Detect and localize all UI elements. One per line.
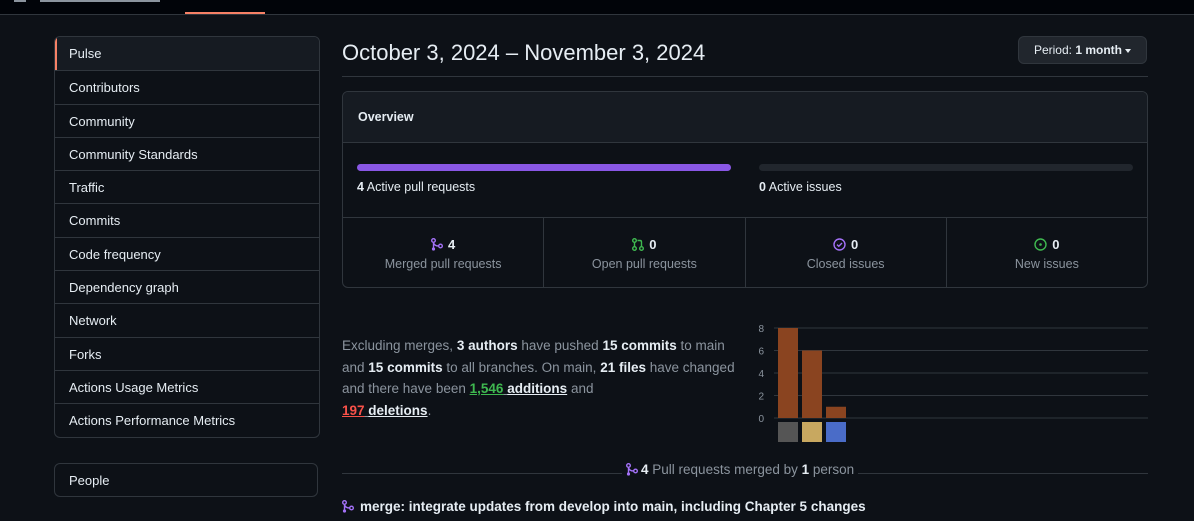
active-pull-requests-link[interactable]: 4 Active pull requests <box>357 180 475 194</box>
git-merge-icon <box>342 500 354 513</box>
sidebar-item-commits[interactable]: Commits <box>55 203 319 236</box>
chart-y-tick-label: 0 <box>758 414 764 425</box>
overview-stats: 4 Merged pull requests 0 Open pull reque… <box>343 217 1147 287</box>
stat-open-pull-requests[interactable]: 0 Open pull requests <box>543 218 744 287</box>
sidebar-item-traffic[interactable]: Traffic <box>55 170 319 203</box>
insights-sidebar: Pulse Contributors Community Community Stan… <box>54 36 320 438</box>
overview-card: Overview 4 Active pull requests 0 Active… <box>342 91 1148 288</box>
sidebar-item-actions-performance-metrics[interactable]: Actions Performance Metrics <box>55 403 319 436</box>
period-value: 1 month <box>1075 43 1123 57</box>
sidebar-item-actions-usage-metrics[interactable]: Actions Usage Metrics <box>55 369 319 403</box>
issue-opened-icon <box>1034 238 1047 251</box>
caret-down-icon <box>1125 48 1132 53</box>
chart-y-tick-label: 6 <box>758 347 764 358</box>
git-pull-request-icon <box>632 238 645 251</box>
chart-y-tick-label: 4 <box>758 369 764 380</box>
issue-closed-icon <box>833 238 846 251</box>
active-tab-indicator <box>185 12 265 14</box>
sidebar-item-code-frequency[interactable]: Code frequency <box>55 236 319 270</box>
chart-bar[interactable] <box>778 328 798 418</box>
chart-y-tick-label: 8 <box>758 324 764 335</box>
pull-requests-bar-fill <box>357 164 731 171</box>
sidebar-item-forks[interactable]: Forks <box>55 336 319 370</box>
stat-new-issues[interactable]: 0 New issues <box>945 218 1147 287</box>
merged-pull-requests-heading: 4 Pull requests merged by 1 person <box>622 462 859 477</box>
chart-bar[interactable] <box>802 350 822 419</box>
issues-bar-track <box>759 164 1133 171</box>
additions-link[interactable]: 1,546 additions <box>470 381 568 396</box>
sidebar-item-community[interactable]: Community <box>55 103 319 137</box>
sidebar-item-community-standards[interactable]: Community Standards <box>55 136 319 170</box>
top-nav-bar <box>0 0 1194 15</box>
commit-summary: Excluding merges, 3 authors have pushed … <box>342 338 735 418</box>
commits-by-author-chart: 0 2 4 6 8 <box>758 324 1148 442</box>
authors-count: 3 authors <box>456 338 518 353</box>
merged-pull-request-link[interactable]: merge: integrate updates from develop in… <box>342 499 866 514</box>
sidebar-item-dependency-graph[interactable]: Dependency graph <box>55 270 319 303</box>
sidebar-item-people[interactable]: People <box>54 463 318 497</box>
period-label: Period: <box>1033 43 1072 57</box>
git-merge-icon <box>431 238 443 251</box>
author-avatar[interactable] <box>802 422 822 442</box>
sidebar-item-contributors[interactable]: Contributors <box>55 70 319 103</box>
chart-bar[interactable] <box>826 406 846 418</box>
divider <box>342 76 1148 77</box>
files-changed-count: 21 files <box>600 359 646 375</box>
overview-title: Overview <box>343 92 1147 143</box>
commits-all-count: 15 commits <box>368 359 443 375</box>
stat-closed-issues[interactable]: 0 Closed issues <box>744 218 946 287</box>
sidebar-item-pulse[interactable]: Pulse <box>55 37 319 71</box>
author-avatar[interactable] <box>778 422 798 442</box>
period-dropdown-button[interactable]: Period: 1 month <box>1018 36 1147 64</box>
stat-merged-pull-requests[interactable]: 4 Merged pull requests <box>343 218 543 287</box>
git-merge-icon <box>626 463 638 476</box>
author-avatar[interactable] <box>826 422 846 442</box>
chart-y-tick-label: 2 <box>758 392 764 403</box>
sidebar-item-network[interactable]: Network <box>55 303 319 336</box>
commits-main-count: 15 commits <box>602 338 677 353</box>
deletions-link[interactable]: 197 deletions <box>342 403 428 418</box>
active-issues-link[interactable]: 0 Active issues <box>759 180 842 194</box>
date-range-title: October 3, 2024 – November 3, 2024 <box>342 40 706 65</box>
